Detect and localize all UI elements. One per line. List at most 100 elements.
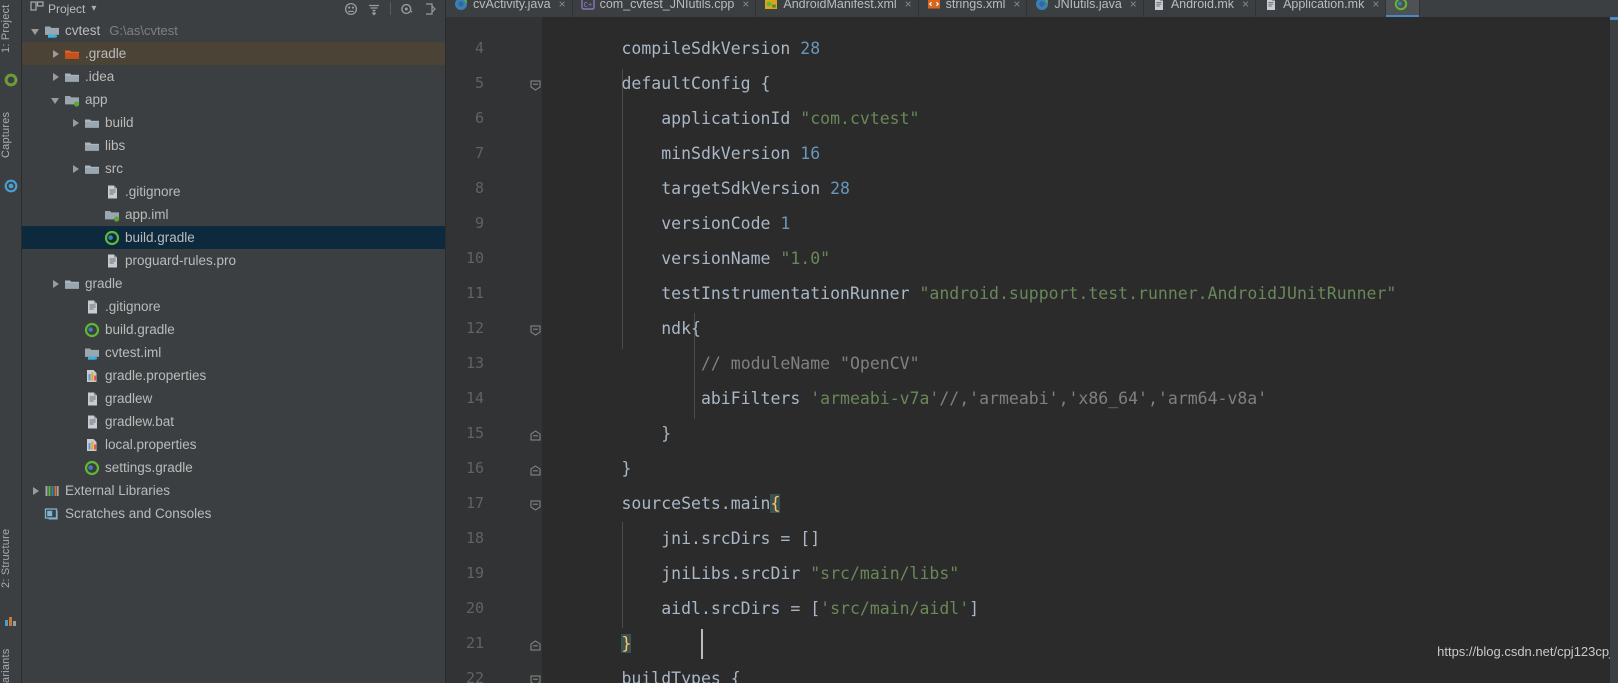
tool-button-captures[interactable]: Captures: [0, 98, 22, 172]
tree-row[interactable]: gradle.properties: [22, 364, 445, 387]
code-line[interactable]: versionName "1.0": [542, 241, 1618, 276]
fold-region-icon[interactable]: [530, 78, 541, 91]
code-line[interactable]: testInstrumentationRunner "android.suppo…: [542, 276, 1618, 311]
tree-row[interactable]: .gradle: [22, 42, 445, 65]
close-icon[interactable]: ×: [1130, 0, 1137, 10]
project-file-tree[interactable]: cvtest G:\as\cvtest .gradle .idea app build li…: [22, 17, 445, 683]
build-variants-icon: [3, 612, 19, 628]
project-window-icon: [30, 0, 44, 17]
tree-expand-arrow-icon[interactable]: [50, 48, 62, 60]
close-icon[interactable]: ×: [742, 0, 749, 10]
tree-row[interactable]: Scratches and Consoles: [22, 502, 445, 525]
editor-tab[interactable]: cvActivity.java ×: [446, 0, 573, 17]
tree-expand-arrow-icon[interactable]: [50, 278, 62, 290]
editor-tab[interactable]: JNIutils.java ×: [1027, 0, 1144, 17]
tree-row[interactable]: External Libraries: [22, 479, 445, 502]
tree-row[interactable]: .gitignore: [22, 295, 445, 318]
tree-expand-arrow-icon[interactable]: [30, 25, 42, 37]
tool-button-build-variants[interactable]: ariants: [0, 636, 22, 683]
chevron-down-icon[interactable]: ▾: [91, 3, 96, 14]
code-line[interactable]: aidl.srcDirs = ['src/main/aidl']: [542, 591, 1618, 626]
fold-region-icon[interactable]: [530, 323, 541, 336]
properties-file-icon: [84, 368, 100, 384]
line-number: 8: [474, 179, 484, 197]
tree-row[interactable]: gradlew: [22, 387, 445, 410]
editor-tab[interactable]: Application.mk ×: [1256, 0, 1387, 17]
tree-expand-arrow-icon[interactable]: [70, 117, 82, 129]
fold-end-icon[interactable]: [530, 638, 541, 651]
fold-region-icon[interactable]: [530, 673, 541, 683]
tree-row[interactable]: .idea: [22, 65, 445, 88]
source-code[interactable]: compileSdkVersion 28 defaultConfig { app…: [542, 17, 1618, 683]
code-token-str: 'armeabi-v7a': [810, 389, 940, 408]
editor-tab[interactable]: Android.mk ×: [1143, 0, 1257, 17]
tree-row-label: build: [105, 115, 134, 130]
code-line[interactable]: // moduleName "OpenCV": [542, 346, 1618, 381]
editor-tab-bar[interactable]: cvActivity.java × C+ com_cvtest_JNIutils.cp…: [446, 0, 1618, 17]
code-line[interactable]: applicationId "com.cvtest": [542, 101, 1618, 136]
fold-region-icon[interactable]: [530, 498, 541, 511]
code-line[interactable]: compileSdkVersion 28: [542, 31, 1618, 66]
gradle-icon: [104, 230, 120, 246]
tree-row[interactable]: gradlew.bat: [22, 410, 445, 433]
code-line[interactable]: jni.srcDirs = []: [542, 521, 1618, 556]
close-icon[interactable]: ×: [1013, 0, 1020, 10]
close-icon[interactable]: ×: [905, 0, 912, 10]
tree-row[interactable]: .gitignore: [22, 180, 445, 203]
close-icon[interactable]: ×: [1372, 0, 1379, 10]
hide-panel-icon[interactable]: [423, 2, 437, 16]
tool-button-structure[interactable]: 2: Structure: [0, 512, 22, 604]
expand-all-icon[interactable]: [367, 2, 381, 16]
editor-tab[interactable]: strings.xml ×: [918, 0, 1028, 17]
text-file-icon: [1152, 0, 1166, 11]
close-icon[interactable]: ×: [559, 0, 566, 10]
tree-row[interactable]: libs: [22, 134, 445, 157]
code-line[interactable]: }: [542, 416, 1618, 451]
code-line[interactable]: versionCode 1: [542, 206, 1618, 241]
tree-row[interactable]: app.iml: [22, 203, 445, 226]
line-number-gutter[interactable]: 4 5 6 7 8 9 10 11 12 13 14 15 16 17 18 19 20 21 22: [450, 17, 542, 683]
tree-row[interactable]: src: [22, 157, 445, 180]
tool-button-project[interactable]: 1: Project: [0, 0, 22, 66]
code-line[interactable]: buildTypes {: [542, 661, 1618, 683]
code-line[interactable]: }: [542, 451, 1618, 486]
tree-row-label: local.properties: [105, 437, 197, 452]
tree-expand-arrow-icon[interactable]: [50, 94, 62, 106]
code-line[interactable]: targetSdkVersion 28: [542, 171, 1618, 206]
tree-row[interactable]: proguard-rules.pro: [22, 249, 445, 272]
fold-end-icon[interactable]: [530, 463, 541, 476]
tree-row[interactable]: build: [22, 111, 445, 134]
tree-expand-arrow-icon[interactable]: [70, 163, 82, 175]
editor-tab[interactable]: AndroidManifest.xml ×: [756, 0, 919, 17]
code-line[interactable]: ndk{: [542, 311, 1618, 346]
collapse-all-icon[interactable]: [344, 2, 358, 16]
tree-row[interactable]: cvtest G:\as\cvtest: [22, 19, 445, 42]
editor-tab[interactable]: C+ com_cvtest_JNIutils.cpp ×: [572, 0, 757, 17]
editor-tab[interactable]: [1386, 0, 1421, 17]
scrollbar-marker[interactable]: [1610, 17, 1618, 20]
fold-end-icon[interactable]: [530, 428, 541, 441]
close-icon[interactable]: ×: [1242, 0, 1249, 10]
tree-row-label: build.gradle: [125, 230, 195, 245]
code-line[interactable]: jniLibs.srcDir "src/main/libs": [542, 556, 1618, 591]
tree-expand-arrow-icon[interactable]: [30, 485, 42, 497]
svg-text:C+: C+: [583, 2, 591, 10]
code-viewport[interactable]: 4 5 6 7 8 9 10 11 12 13 14 15 16 17 18 19 20 21 22 compile…: [446, 17, 1618, 683]
tree-row[interactable]: build.gradle: [22, 318, 445, 341]
code-line[interactable]: minSdkVersion 16: [542, 136, 1618, 171]
code-line[interactable]: abiFilters 'armeabi-v7a'//,'armeabi','x8…: [542, 381, 1618, 416]
tree-row[interactable]: gradle: [22, 272, 445, 295]
tree-row[interactable]: build.gradle: [22, 226, 445, 249]
tree-row[interactable]: app: [22, 88, 445, 111]
tree-row[interactable]: local.properties: [22, 433, 445, 456]
tree-expand-arrow-icon[interactable]: [50, 71, 62, 83]
code-line[interactable]: defaultConfig {: [542, 66, 1618, 101]
code-line[interactable]: sourceSets.main{: [542, 486, 1618, 521]
gear-icon[interactable]: [400, 2, 414, 16]
tree-row[interactable]: settings.gradle: [22, 456, 445, 479]
tree-row[interactable]: cvtest.iml: [22, 341, 445, 364]
line-number: 11: [465, 284, 484, 302]
